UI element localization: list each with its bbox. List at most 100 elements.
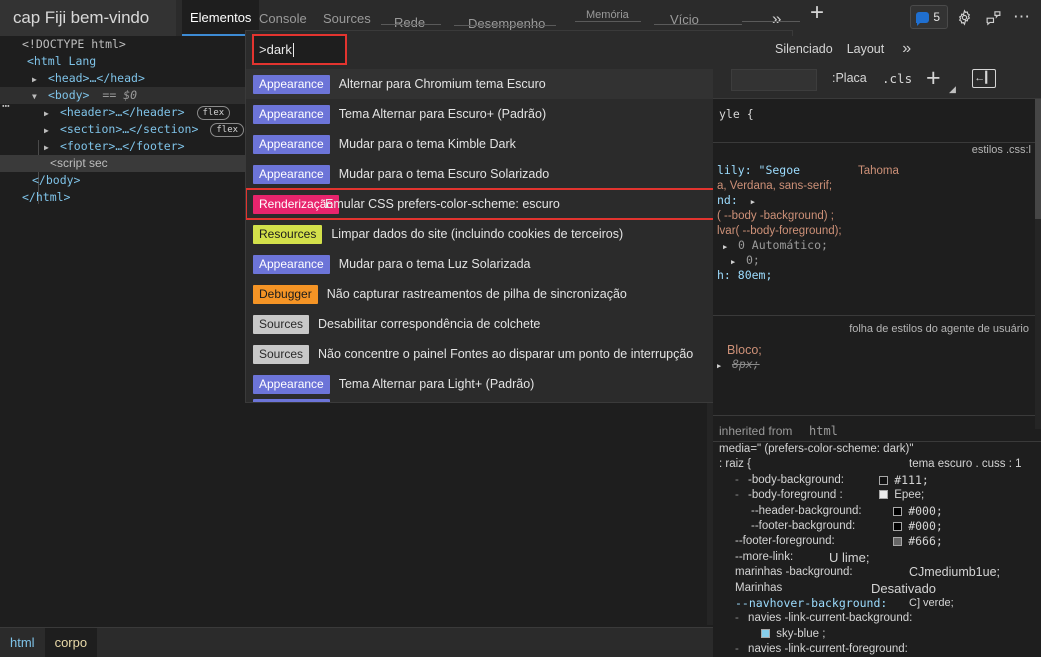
styles-panel-tabs: Silenciado Layout »: [713, 36, 1041, 62]
style-rule-1[interactable]: yle {: [713, 99, 1035, 143]
expand-arrow-icon[interactable]: ▶: [32, 71, 41, 88]
dom-node-footer-text: <footer>…</footer>: [59, 139, 185, 153]
tab-desempenho[interactable]: Desempenho: [468, 16, 545, 31]
css-var-more-link[interactable]: --more-link: U lime;: [713, 550, 1041, 565]
color-swatch[interactable]: [893, 537, 902, 547]
breadcrumb-item-html[interactable]: html: [0, 628, 45, 657]
add-rule-dropdown-icon[interactable]: ◢: [949, 84, 956, 95]
dom-node-header[interactable]: ▶ <header>…</header> flex: [0, 104, 245, 121]
color-swatch[interactable]: [893, 521, 902, 531]
command-results-list[interactable]: Appearance Alternar para Chromium tema E…: [246, 69, 792, 402]
decl-value: #000;: [908, 518, 943, 533]
command-item[interactable]: Appearance Tema Alternar para Escuro+ (P…: [246, 99, 792, 129]
feedback-icon[interactable]: [980, 4, 1006, 30]
command-item[interactable]: Resources Limpar dados do site (incluind…: [246, 219, 792, 249]
command-item-label: Emular CSS prefers-color-scheme: escuro: [325, 197, 560, 211]
hov-button[interactable]: :Placa: [832, 71, 867, 85]
expand-arrow-icon[interactable]: ▶: [44, 122, 53, 139]
css-var-body-background[interactable]: - -body-background: #111;: [713, 473, 1041, 488]
gear-icon[interactable]: [951, 4, 977, 30]
color-swatch[interactable]: [879, 475, 888, 485]
color-swatch[interactable]: [761, 628, 770, 638]
vars-source[interactable]: tema escuro . cuss : 1: [909, 457, 1022, 472]
plus-icon[interactable]: +: [810, 0, 824, 27]
tab-layout[interactable]: Layout: [847, 42, 885, 56]
dom-node-section[interactable]: ▶ <section>…</section> flex: [0, 121, 245, 138]
expand-triangle-icon[interactable]: ▶: [717, 359, 725, 374]
command-item[interactable]: Appearance Mudar para o tema Luz Solariz…: [246, 249, 792, 279]
css-var-navs-background[interactable]: marinhas -background: CJmediumb1ue;: [713, 565, 1041, 580]
command-search-input[interactable]: >dark: [252, 34, 347, 65]
cls-button[interactable]: .cls: [882, 71, 912, 86]
inherited-tag[interactable]: html: [809, 424, 838, 438]
dom-tree-panel[interactable]: ⋯ <!DOCTYPE html> <html Lang ▶ <head>…</…: [0, 36, 245, 625]
command-item[interactable]: Sources Não concentre o painel Fontes ao…: [246, 339, 792, 369]
decl-value: #000;: [908, 503, 943, 518]
css-var-link-current-background-value[interactable]: sky-blue ;: [713, 627, 1041, 642]
css-var-navs-disabled[interactable]: Marinhas Desativado: [713, 581, 1041, 596]
flex-badge[interactable]: flex: [210, 122, 245, 137]
dom-node-body[interactable]: ▼ <body> == $0: [0, 87, 245, 104]
color-swatch[interactable]: [879, 490, 888, 500]
command-item[interactable]: Appearance Mudar para o tema Kimble Dark: [246, 129, 792, 159]
css-var-link-current-background[interactable]: - navies -link-current-background:: [713, 611, 1041, 626]
dom-node-script[interactable]: <script sec: [0, 155, 245, 172]
decl-prop: --navhover-background:: [735, 595, 888, 610]
styles-panel[interactable]: Silenciado Layout » :Placa .cls + ◢ ←▎ y…: [713, 36, 1041, 657]
command-item[interactable]: Debugger Não capturar rastreamentos de p…: [246, 279, 792, 309]
decl-value: U lime;: [829, 549, 870, 565]
panel-toggle-icon[interactable]: ←▎: [972, 69, 996, 88]
command-item-label: Desabilitar correspondência de colchete: [318, 317, 541, 331]
flex-badge[interactable]: flex: [196, 105, 231, 120]
ellipsis-icon[interactable]: ⋯: [1009, 4, 1035, 30]
command-palette[interactable]: >dark Appearance Alternar para Chromium …: [245, 30, 793, 403]
issues-badge[interactable]: 5: [910, 5, 948, 29]
styles-scrollbar[interactable]: [1035, 99, 1041, 429]
css-var-link-current-foreground[interactable]: - navies -link-current-foreground:: [713, 642, 1041, 657]
command-item[interactable]: Appearance Mudar para o tema Escuro Sola…: [246, 159, 792, 189]
css-var-footer-foreground[interactable]: --footer-foreground: #666;: [713, 534, 1041, 549]
decl-prop: navies -link-current-foreground:: [748, 643, 908, 656]
text-caret: [292, 42, 294, 57]
css-var-header-background[interactable]: --header-background: #000;: [713, 504, 1041, 519]
tab-rede[interactable]: Rede: [394, 15, 425, 30]
breadcrumb-item-corpo[interactable]: corpo: [44, 627, 98, 657]
command-item-label: Alternar para Chromium tema Escuro: [338, 77, 546, 91]
ua-stylesheet-rule[interactable]: folha de estilos do agente de usuário Bl…: [713, 316, 1035, 416]
chevron-double-right-icon[interactable]: »: [772, 9, 781, 29]
css-var-body-foreground[interactable]: - -body-foreground : Epee;: [713, 488, 1041, 503]
style-rule-2-source[interactable]: estilos .css:l: [972, 143, 1031, 158]
command-item[interactable]: Appearance Tema Alternar para Light+ (Pa…: [246, 369, 792, 399]
dom-node-script-text: <script sec: [50, 156, 108, 170]
dom-node-footer[interactable]: ▶ <footer>…</footer>: [0, 138, 245, 155]
command-item[interactable]: Appearance Switch to Abyss theme: [246, 399, 792, 402]
dom-node-head[interactable]: ▶ <head>…</head>: [0, 70, 245, 87]
command-category-badge: Appearance: [253, 399, 330, 402]
dom-node-doctype[interactable]: <!DOCTYPE html>: [0, 36, 245, 53]
color-swatch[interactable]: [893, 506, 902, 516]
chevron-double-right-icon[interactable]: »: [902, 40, 911, 58]
plus-icon[interactable]: +: [926, 64, 941, 93]
css-var-footer-background[interactable]: --footer-background: #000;: [713, 519, 1041, 534]
tab-memoria-underline: [575, 21, 641, 22]
css-var-navhover-background[interactable]: --navhover-background: C] verde;: [713, 596, 1041, 611]
command-item-selected[interactable]: Renderização Emular CSS prefers-color-sc…: [246, 188, 792, 220]
command-item[interactable]: Appearance Alternar para Chromium tema E…: [246, 69, 792, 99]
command-search-value: >dark: [259, 42, 292, 57]
expand-arrow-icon[interactable]: ▶: [44, 139, 53, 156]
tab-memoria[interactable]: Memória: [586, 9, 629, 21]
issues-count: 5: [933, 10, 940, 24]
tab-sources[interactable]: Sources: [323, 11, 371, 26]
styles-filter-input[interactable]: [731, 69, 817, 91]
collapse-arrow-icon[interactable]: ▼: [32, 88, 41, 105]
dom-node-html[interactable]: <html Lang: [0, 53, 245, 70]
command-item-label: Mudar para o tema Escuro Solarizado: [338, 167, 550, 181]
expand-arrow-icon[interactable]: ▶: [44, 105, 53, 122]
style-rule-2[interactable]: estilos .css:l lily: "Segoe Tahoma a, Ve…: [713, 143, 1035, 316]
dom-node-html-close[interactable]: </html>: [0, 189, 245, 206]
dom-node-body-close[interactable]: </body>: [0, 172, 245, 189]
command-item[interactable]: Sources Desabilitar correspondência de c…: [246, 309, 792, 339]
tab-silenciado[interactable]: Silenciado: [775, 42, 833, 56]
tab-console[interactable]: Console: [259, 11, 307, 26]
css-variables-rule[interactable]: media=" (prefers-color-scheme: dark)" : …: [713, 441, 1041, 657]
